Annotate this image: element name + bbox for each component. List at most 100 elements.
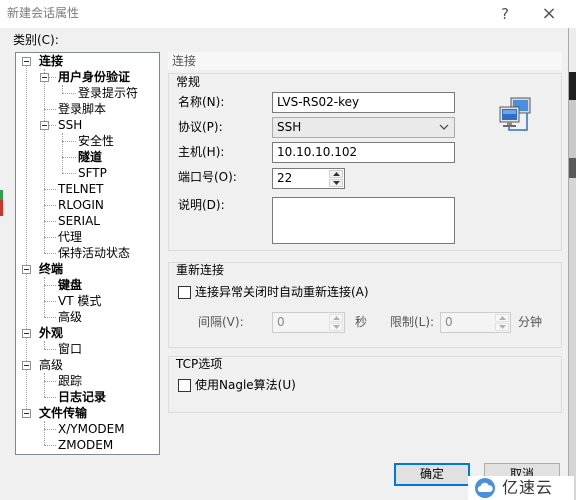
spin-down-icon xyxy=(499,325,506,329)
tree-item-terminal-advanced[interactable]: 高级 xyxy=(16,309,159,325)
description-label: 说明(D): xyxy=(178,198,225,212)
tree-item-label: X/YMODEM xyxy=(58,422,125,436)
port-value: 22 xyxy=(277,171,293,185)
tree-item-serial[interactable]: SERIAL xyxy=(16,213,159,229)
tree-item-tunneling[interactable]: 隧道 xyxy=(16,149,159,165)
collapse-icon[interactable] xyxy=(22,361,31,370)
tree-item-login-scripts[interactable]: 登录脚本 xyxy=(16,101,159,117)
reconnect-group-title: 重新连接 xyxy=(176,263,225,277)
interval-label: 间隔(V): xyxy=(198,315,244,329)
tree-item-xymodem[interactable]: X/YMODEM xyxy=(16,421,159,437)
tree-connector-line xyxy=(62,85,63,93)
network-computers-icon xyxy=(499,97,531,131)
ok-button[interactable]: 确定 xyxy=(394,463,470,486)
tree-item-window[interactable]: 窗口 xyxy=(16,341,159,357)
limit-label: 限制(L): xyxy=(390,315,435,329)
tree-item-label: 高级 xyxy=(39,358,64,372)
chevron-down-icon xyxy=(439,124,449,130)
tree-item-terminal[interactable]: 终端 xyxy=(16,261,159,277)
watermark-text: 亿速云 xyxy=(502,478,554,497)
limit-stepper[interactable]: 0 xyxy=(440,312,511,333)
tree-connector-line xyxy=(44,341,45,349)
name-label: 名称(N): xyxy=(178,95,225,109)
tree-item-rlogin[interactable]: RLOGIN xyxy=(16,197,159,213)
tree-item-login-prompts[interactable]: 登录提示符 xyxy=(16,85,159,101)
window-title: 新建会话属性 xyxy=(7,6,80,20)
tree-item-authentication[interactable]: 用户身份验证 xyxy=(16,69,159,85)
auto-reconnect-label[interactable]: 连接异常关闭时自动重新连接(A) xyxy=(195,285,369,299)
collapse-icon[interactable] xyxy=(22,265,31,274)
tree-item-vt-modes[interactable]: VT 模式 xyxy=(16,293,159,309)
panel-title: 连接 xyxy=(172,54,197,68)
protocol-select-value: SSH xyxy=(277,120,302,134)
tree-item-telnet[interactable]: TELNET xyxy=(16,181,159,197)
spin-down-button[interactable] xyxy=(495,323,509,331)
tree-item-label: 键盘 xyxy=(58,278,83,292)
tree-item-label: 用户身份验证 xyxy=(58,70,131,84)
spin-up-icon xyxy=(333,316,340,320)
tree-item-keep-alive[interactable]: 保持活动状态 xyxy=(16,245,159,261)
tree-item-advanced[interactable]: 高级 xyxy=(16,357,159,373)
port-label: 端口号(O): xyxy=(178,170,237,184)
spin-up-button[interactable] xyxy=(329,170,343,178)
host-label: 主机(H): xyxy=(178,145,225,159)
tree-item-security[interactable]: 安全性 xyxy=(16,133,159,149)
tree-item-proxy[interactable]: 代理 xyxy=(16,229,159,245)
collapse-icon[interactable] xyxy=(22,329,31,338)
help-button[interactable]: ? xyxy=(491,3,519,25)
protocol-select[interactable]: SSH xyxy=(272,117,455,138)
watermark: 亿速云 xyxy=(468,476,574,500)
tree-item-zmodem[interactable]: ZMODEM xyxy=(16,437,159,453)
interval-stepper[interactable]: 0 xyxy=(272,312,345,333)
limit-value: 0 xyxy=(445,315,453,329)
nagle-checkbox[interactable] xyxy=(178,379,191,392)
collapse-icon[interactable] xyxy=(22,409,31,418)
tree-item-label: 登录脚本 xyxy=(58,102,107,116)
panel-header: 连接 xyxy=(168,52,562,70)
reconnect-group xyxy=(168,262,562,348)
collapse-icon[interactable] xyxy=(40,73,49,82)
cloud-logo-icon xyxy=(475,478,495,498)
collapse-icon[interactable] xyxy=(40,121,49,130)
general-group-title: 常规 xyxy=(176,75,201,89)
interval-value: 0 xyxy=(277,315,285,329)
tree-item-logging[interactable]: 日志记录 xyxy=(16,389,159,405)
port-stepper[interactable]: 22 xyxy=(272,168,345,189)
tree-item-label: SERIAL xyxy=(58,214,100,228)
tree-item-sftp[interactable]: SFTP xyxy=(16,165,159,181)
tree-item-keyboard[interactable]: 键盘 xyxy=(16,277,159,293)
nagle-label[interactable]: 使用Nagle算法(U) xyxy=(195,378,296,392)
spin-up-icon xyxy=(333,172,340,176)
host-field[interactable]: 10.10.10.102 xyxy=(272,142,455,163)
spin-down-icon xyxy=(333,325,340,329)
tree-connector-line xyxy=(44,373,45,397)
tree-item-label: 登录提示符 xyxy=(78,86,139,100)
close-button[interactable]: × xyxy=(535,3,563,25)
tree-item-label: SFTP xyxy=(78,166,107,180)
tree-item-appearance[interactable]: 外观 xyxy=(16,325,159,341)
tree-connector-line xyxy=(62,133,63,173)
spin-up-button[interactable] xyxy=(495,314,509,322)
tree-item-file-transfer[interactable]: 文件传输 xyxy=(16,405,159,421)
tcp-options-group-title: TCP选项 xyxy=(176,357,223,371)
spin-buttons xyxy=(329,314,343,331)
auto-reconnect-checkbox[interactable] xyxy=(178,286,191,299)
spin-up-button[interactable] xyxy=(329,314,343,322)
tree-item-label: 代理 xyxy=(58,230,83,244)
description-field[interactable] xyxy=(272,197,455,244)
tree-item-ssh[interactable]: SSH xyxy=(16,117,159,133)
protocol-label: 协议(P): xyxy=(178,120,223,134)
collapse-icon[interactable] xyxy=(22,57,31,66)
tree-item-label: 终端 xyxy=(39,262,64,276)
spin-up-icon xyxy=(499,316,506,320)
tree-item-trace[interactable]: 跟踪 xyxy=(16,373,159,389)
tree-item-connection[interactable]: 连接 xyxy=(16,53,159,69)
tree-item-label: 窗口 xyxy=(58,342,83,356)
tree-connector-line xyxy=(44,69,45,253)
category-tree[interactable]: 连接 用户身份验证 登录提示符 登录脚本 SSH 安全性 隧道 SFTP TEL… xyxy=(15,52,160,455)
spin-down-button[interactable] xyxy=(329,179,343,187)
name-field[interactable]: LVS-RS02-key xyxy=(272,92,455,113)
tree-item-label: SSH xyxy=(58,118,83,132)
spin-down-button[interactable] xyxy=(329,323,343,331)
tree-item-label: 保持活动状态 xyxy=(58,246,131,260)
